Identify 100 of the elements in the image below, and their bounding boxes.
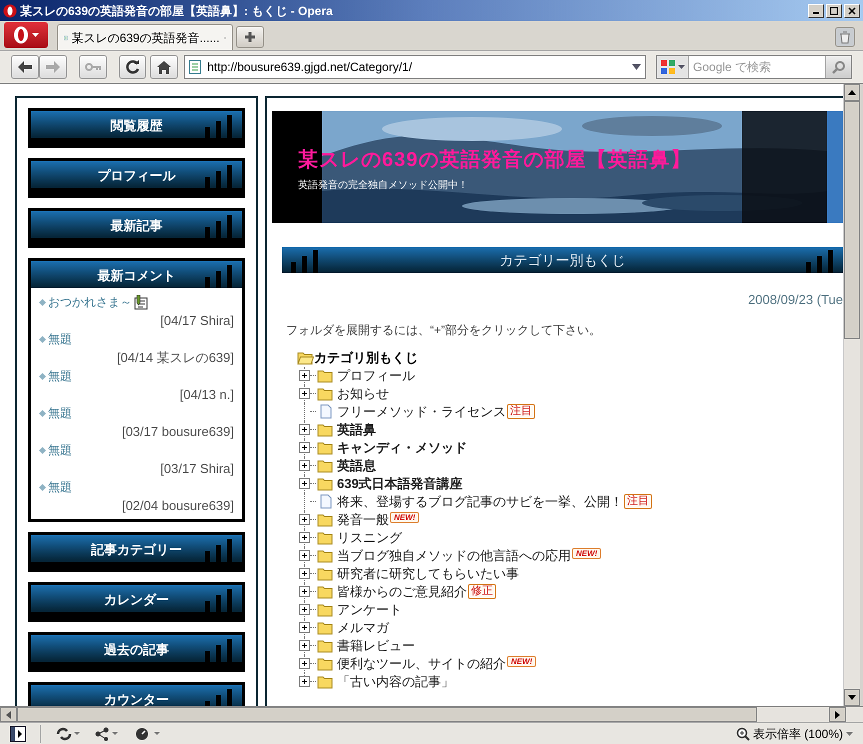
- scroll-up-icon[interactable]: [848, 90, 856, 95]
- scroll-left-icon[interactable]: [6, 710, 11, 718]
- comment-meta: [03/17 Shira]: [159, 460, 234, 478]
- page-icon: [319, 404, 333, 419]
- tree-link[interactable]: 英語鼻: [337, 420, 376, 440]
- minimize-button[interactable]: [808, 4, 824, 18]
- folder-icon: [317, 584, 334, 598]
- scrollbar-thumb[interactable]: [17, 707, 757, 722]
- comment-link[interactable]: 無題: [48, 404, 72, 422]
- comment-link[interactable]: 無題: [48, 441, 72, 460]
- comment-link[interactable]: 無題: [48, 367, 72, 386]
- gauge-icon[interactable]: [135, 726, 161, 740]
- tree-link[interactable]: アンケート: [337, 600, 402, 620]
- expand-icon[interactable]: [299, 532, 310, 543]
- signal-bars-icon: [290, 249, 320, 273]
- comment-meta: [04/13 n.]: [178, 386, 234, 404]
- dropdown-icon[interactable]: [632, 64, 642, 70]
- expand-icon[interactable]: [299, 586, 310, 597]
- tree-link[interactable]: キャンディ・メソッド: [337, 438, 467, 458]
- tree-link[interactable]: フリーメソッド・ライセンス: [337, 402, 506, 422]
- horizontal-scrollbar[interactable]: [0, 706, 863, 722]
- folder-icon: [317, 440, 334, 454]
- opera-menu-button[interactable]: [4, 22, 48, 48]
- notice-badge: 注目: [624, 494, 652, 509]
- signal-bars-icon: [204, 638, 234, 662]
- network-icon[interactable]: [95, 726, 121, 740]
- search-bar[interactable]: Google で検索: [656, 55, 852, 79]
- bullet-icon: [39, 298, 46, 306]
- tree-link[interactable]: 皆様からのご意見紹介: [337, 582, 467, 602]
- expand-icon[interactable]: [299, 622, 310, 633]
- trash-button[interactable]: [835, 27, 855, 47]
- comment-link[interactable]: 無題: [48, 330, 72, 348]
- memo-icon: [133, 294, 148, 310]
- expand-icon[interactable]: [299, 658, 310, 669]
- search-icon[interactable]: [832, 60, 846, 74]
- expand-icon[interactable]: [299, 550, 310, 561]
- scrollbar-thumb[interactable]: [844, 101, 860, 339]
- comment-link[interactable]: 無題: [48, 478, 72, 496]
- opera-logo-icon: [13, 26, 29, 44]
- widget-heading[interactable]: カレンダー: [31, 585, 242, 612]
- tree-link[interactable]: 英語息: [337, 456, 376, 476]
- expand-icon[interactable]: [299, 604, 310, 615]
- expand-icon[interactable]: [299, 460, 310, 471]
- tree-link[interactable]: 便利なツール、サイトの紹介: [337, 654, 506, 674]
- key-button[interactable]: [78, 55, 107, 79]
- zoom-button[interactable]: 表示倍率 (100%): [736, 724, 853, 742]
- expand-icon[interactable]: [299, 424, 310, 435]
- folder-icon: [317, 566, 334, 580]
- tree-link[interactable]: 「古い内容の記事」: [337, 672, 454, 692]
- caret-icon: [846, 732, 853, 736]
- panel-toggle-icon[interactable]: [10, 726, 26, 742]
- maximize-button[interactable]: [826, 4, 842, 18]
- address-field[interactable]: http://bousure639.gjgd.net/Category/1/: [184, 55, 646, 79]
- sync-icon[interactable]: [55, 726, 81, 740]
- new-badge: NEW!: [507, 656, 536, 666]
- new-tab-button[interactable]: [236, 26, 264, 48]
- folder-icon: [317, 386, 334, 400]
- scroll-right-icon[interactable]: [835, 710, 840, 718]
- widget-heading[interactable]: プロフィール: [31, 161, 242, 188]
- comment-meta: [04/14 某スレの639]: [116, 348, 234, 367]
- expand-icon[interactable]: [299, 442, 310, 453]
- plus-icon: [244, 31, 256, 43]
- search-field[interactable]: Google で検索: [689, 58, 826, 76]
- tree-link[interactable]: プロフィール: [337, 366, 415, 386]
- back-button[interactable]: [11, 55, 39, 79]
- expand-icon[interactable]: [299, 514, 310, 525]
- vertical-scrollbar[interactable]: [843, 84, 860, 706]
- signal-bars-icon: [204, 114, 234, 138]
- expand-icon[interactable]: [299, 478, 310, 489]
- expand-icon[interactable]: [299, 640, 310, 651]
- widget-heading[interactable]: 閲覧履歴: [31, 111, 242, 138]
- widget-heading[interactable]: 最新記事: [31, 211, 242, 238]
- tree-link[interactable]: 発音一般: [337, 510, 389, 530]
- expand-icon[interactable]: [299, 568, 310, 579]
- home-icon: [157, 60, 172, 74]
- tree-link[interactable]: お知らせ: [337, 384, 389, 404]
- home-button[interactable]: [150, 55, 178, 79]
- tree-root-link[interactable]: カテゴリ別もくじ: [314, 348, 418, 368]
- tree-link[interactable]: 639式日本語発音講座: [337, 474, 463, 494]
- expand-icon[interactable]: [299, 676, 310, 687]
- expand-icon[interactable]: [299, 370, 310, 381]
- scroll-down-icon[interactable]: [848, 695, 856, 700]
- browser-tab[interactable]: 某スレの639の英語発音......: [57, 24, 233, 50]
- search-engine-icon[interactable]: [660, 59, 676, 75]
- tree-link[interactable]: 当ブログ独自メソッドの他言語への応用: [337, 546, 571, 566]
- widget-heading[interactable]: 最新コメント: [31, 261, 242, 288]
- reload-button[interactable]: [118, 55, 146, 79]
- widget-heading[interactable]: 過去の記事: [31, 635, 242, 662]
- tree-link[interactable]: リスニング: [337, 528, 402, 548]
- close-button[interactable]: [844, 4, 860, 18]
- expand-icon[interactable]: [299, 388, 310, 399]
- comment-link[interactable]: おつかれさま～: [48, 293, 132, 312]
- open-folder-icon: [297, 350, 314, 364]
- tree-link[interactable]: 研究者に研究してもらいたい事: [337, 564, 519, 584]
- maximize-icon: [830, 6, 838, 14]
- tree-link[interactable]: 書籍レビュー: [337, 636, 415, 656]
- tree-link[interactable]: メルマガ: [337, 618, 389, 638]
- tree-link[interactable]: 将来、登場するブログ記事のサビを一挙、公開！: [337, 492, 623, 512]
- widget-heading[interactable]: 記事カテゴリー: [31, 535, 242, 562]
- widget-heading[interactable]: カウンター: [31, 685, 242, 706]
